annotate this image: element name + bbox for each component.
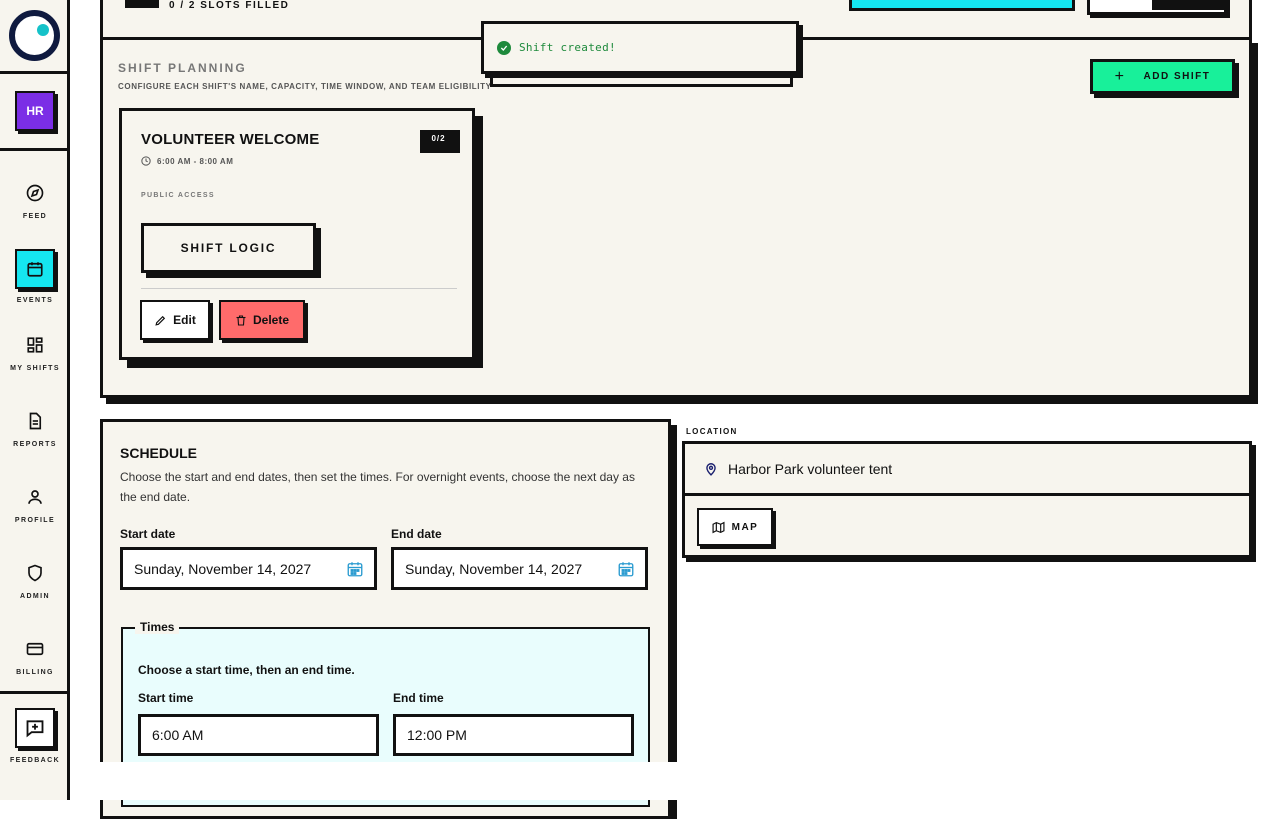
nav-item-reports[interactable]: REPORTS bbox=[0, 410, 70, 448]
map-pin-icon bbox=[706, 462, 716, 476]
start-time-value: 6:00 AM bbox=[152, 727, 204, 743]
calendar-icon bbox=[15, 249, 55, 289]
sidebar-divider bbox=[0, 71, 70, 74]
nav-label: BILLING bbox=[16, 669, 54, 676]
nav-item-profile[interactable]: PROFILE bbox=[0, 486, 70, 524]
nav-item-events[interactable]: EVENTS bbox=[0, 249, 70, 304]
shift-logic-button[interactable]: SHIFT LOGIC bbox=[141, 223, 316, 273]
shield-icon bbox=[24, 562, 46, 584]
edit-label: Edit bbox=[173, 313, 196, 327]
sidebar-divider bbox=[0, 148, 70, 151]
nav-item-feed[interactable]: FEED bbox=[0, 182, 70, 220]
add-shift-label: ADD SHIFT bbox=[1143, 71, 1211, 82]
shift-name: VOLUNTEER WELCOME bbox=[141, 131, 320, 148]
delete-label: Delete bbox=[252, 313, 290, 327]
primary-action-button[interactable] bbox=[849, 0, 1075, 11]
nav-label: EVENTS bbox=[16, 297, 54, 304]
map-button[interactable]: MAP bbox=[697, 508, 773, 546]
calendar-icon[interactable] bbox=[617, 560, 635, 578]
sidebar: HR FEED EVENTS MY SHIFTS REPORTS PROFILE bbox=[0, 0, 70, 800]
shift-time: 6:00 AM - 8:00 AM bbox=[141, 156, 233, 166]
end-time-value: 12:00 PM bbox=[407, 727, 467, 743]
schedule-section: SCHEDULE Choose the start and end dates,… bbox=[100, 419, 671, 819]
shift-planning-section: SHIFT PLANNING CONFIGURE EACH SHIFT'S NA… bbox=[100, 37, 1252, 398]
end-date-field[interactable]: Sunday, November 14, 2027 bbox=[391, 547, 648, 590]
card-divider bbox=[141, 288, 457, 289]
plus-icon: + bbox=[1114, 67, 1126, 85]
secondary-action-button[interactable] bbox=[1087, 0, 1227, 15]
end-time-field[interactable]: 12:00 PM bbox=[393, 714, 634, 756]
clock-icon bbox=[141, 156, 151, 166]
grid-icon bbox=[24, 334, 46, 356]
toast-message: Shift created! bbox=[519, 41, 616, 54]
app-logo[interactable] bbox=[9, 10, 60, 61]
user-avatar[interactable]: HR bbox=[15, 91, 55, 131]
feedback-button[interactable]: FEEDBACK bbox=[0, 708, 70, 764]
access-label: PUBLIC ACCESS bbox=[141, 192, 215, 199]
nav-label: ADMIN bbox=[20, 593, 50, 600]
location-label: LOCATION bbox=[686, 427, 738, 436]
logo-dot bbox=[37, 24, 49, 36]
feedback-label: FEEDBACK bbox=[9, 757, 61, 764]
times-legend: Times bbox=[135, 620, 180, 634]
nav-label: MY SHIFTS bbox=[10, 365, 60, 372]
slots-filled-text: 0 / 2 SLOTS FILLED bbox=[169, 0, 290, 11]
end-date-value: Sunday, November 14, 2027 bbox=[405, 560, 583, 577]
pencil-icon bbox=[155, 315, 166, 326]
start-date-value: Sunday, November 14, 2027 bbox=[134, 560, 312, 577]
location-panel: Harbor Park volunteer tent MAP bbox=[682, 441, 1252, 558]
nav-label: FEED bbox=[22, 213, 48, 220]
user-icon bbox=[24, 486, 46, 508]
end-time-label: End time bbox=[393, 691, 444, 705]
document-icon bbox=[24, 410, 46, 432]
compass-icon bbox=[24, 182, 46, 204]
shift-card: VOLUNTEER WELCOME 6:00 AM - 8:00 AM 0/2 … bbox=[119, 108, 475, 360]
sidebar-divider bbox=[0, 691, 70, 694]
shift-time-text: 6:00 AM - 8:00 AM bbox=[157, 156, 234, 166]
start-date-label: Start date bbox=[120, 527, 176, 541]
location-value: Harbor Park volunteer tent bbox=[728, 460, 893, 477]
trash-icon bbox=[236, 314, 246, 326]
start-time-field[interactable]: 6:00 AM bbox=[138, 714, 379, 756]
capacity-badge: 0/2 bbox=[420, 130, 460, 153]
section-subtitle: CONFIGURE EACH SHIFT'S NAME, CAPACITY, T… bbox=[118, 82, 492, 91]
map-label: MAP bbox=[731, 521, 759, 533]
nav-item-my-shifts[interactable]: MY SHIFTS bbox=[0, 334, 70, 372]
nav-label: PROFILE bbox=[14, 517, 56, 524]
section-title: SHIFT PLANNING bbox=[118, 61, 247, 75]
map-icon bbox=[712, 521, 725, 533]
toast-notification[interactable]: Shift created! bbox=[481, 21, 799, 74]
calendar-icon[interactable] bbox=[346, 560, 364, 578]
end-date-label: End date bbox=[391, 527, 442, 541]
add-shift-button[interactable]: + ADD SHIFT bbox=[1090, 59, 1235, 94]
delete-button[interactable]: Delete bbox=[219, 300, 305, 340]
nav-item-billing[interactable]: BILLING bbox=[0, 638, 70, 676]
page-bottom-area bbox=[70, 762, 1280, 800]
location-field[interactable]: Harbor Park volunteer tent bbox=[685, 444, 1249, 496]
feedback-icon bbox=[15, 708, 55, 748]
slot-indicator bbox=[125, 0, 159, 8]
edit-button[interactable]: Edit bbox=[140, 300, 210, 340]
schedule-title: SCHEDULE bbox=[120, 445, 198, 461]
start-date-field[interactable]: Sunday, November 14, 2027 bbox=[120, 547, 377, 590]
check-circle-icon bbox=[497, 40, 511, 55]
start-time-label: Start time bbox=[138, 691, 194, 705]
nav-label: REPORTS bbox=[13, 441, 57, 448]
nav-item-admin[interactable]: ADMIN bbox=[0, 562, 70, 600]
schedule-description: Choose the start and end dates, then set… bbox=[120, 470, 635, 504]
credit-card-icon bbox=[24, 638, 46, 660]
times-hint: Choose a start time, then an end time. bbox=[138, 663, 355, 677]
